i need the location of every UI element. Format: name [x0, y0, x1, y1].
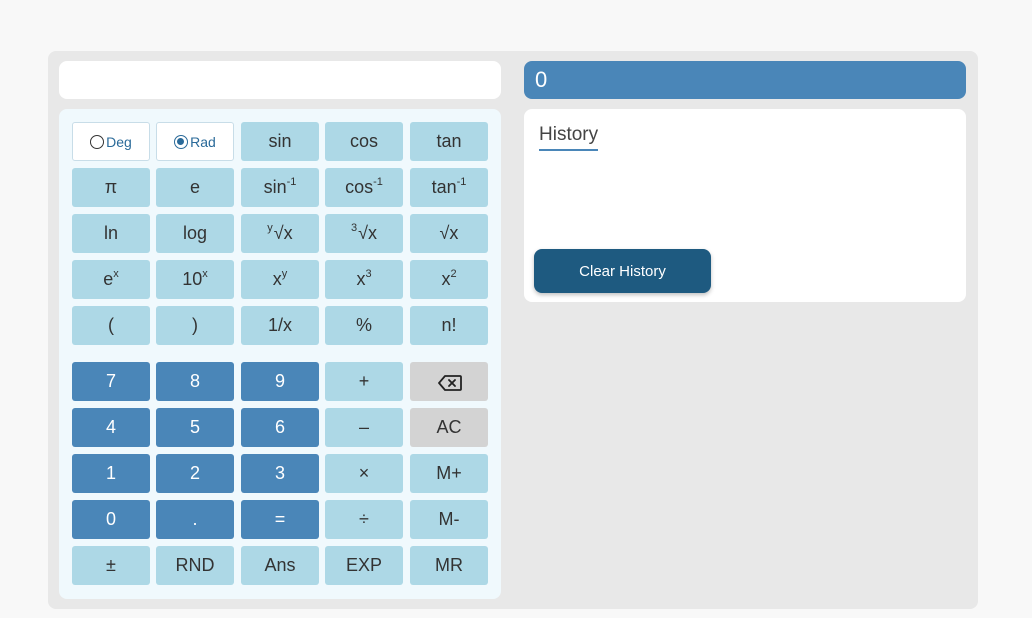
deg-label: Deg: [106, 133, 132, 150]
asin-button[interactable]: sin -1: [241, 168, 319, 207]
keypad: Deg Rad sin cos tan π e sin -1 cos -1 tan -…: [59, 109, 501, 599]
ln-button[interactable]: ln: [72, 214, 150, 253]
cbrt-pre: 3: [350, 221, 358, 234]
rparen-button[interactable]: ): [156, 306, 234, 345]
decimal-button[interactable]: .: [156, 500, 234, 539]
pow10-base: 10: [182, 269, 203, 289]
yroot-pre: y: [267, 221, 273, 234]
factorial-button[interactable]: n!: [410, 306, 488, 345]
square-sup: 2: [450, 267, 457, 280]
rad-radio[interactable]: Rad: [156, 122, 234, 161]
digit-2-button[interactable]: 2: [156, 454, 234, 493]
digit-6-button[interactable]: 6: [241, 408, 319, 447]
backspace-icon: [438, 374, 462, 391]
xy-sup: y: [281, 267, 288, 280]
cbrt-button[interactable]: 3 √x: [325, 214, 403, 253]
result-display: 0: [524, 61, 966, 99]
digit-1-button[interactable]: 1: [72, 454, 150, 493]
exp-e-button[interactable]: ex: [72, 260, 150, 299]
reciprocal-button[interactable]: 1/x: [241, 306, 319, 345]
acos-button[interactable]: cos -1: [325, 168, 403, 207]
atan-base: tan: [431, 177, 457, 197]
exp-base: e: [103, 269, 114, 289]
cube-sup: 3: [365, 267, 372, 280]
e-button[interactable]: e: [156, 168, 234, 207]
yroot-button[interactable]: y √x: [241, 214, 319, 253]
memory-subtract-button[interactable]: M-: [410, 500, 488, 539]
random-button[interactable]: RND: [156, 546, 234, 585]
exp-sup: x: [113, 267, 119, 280]
sqrt-button[interactable]: √x: [410, 214, 488, 253]
expression-input[interactable]: [59, 61, 501, 99]
backspace-button[interactable]: [410, 362, 488, 401]
negate-button[interactable]: ±: [72, 546, 150, 585]
history-title: History: [539, 124, 599, 151]
power-button[interactable]: xy: [241, 260, 319, 299]
log-button[interactable]: log: [156, 214, 234, 253]
pow10-sup: x: [202, 267, 208, 280]
atan-sup: -1: [456, 175, 467, 188]
all-clear-button[interactable]: AC: [410, 408, 488, 447]
lparen-button[interactable]: (: [72, 306, 150, 345]
digit-5-button[interactable]: 5: [156, 408, 234, 447]
answer-button[interactable]: Ans: [241, 546, 319, 585]
minus-button[interactable]: –: [325, 408, 403, 447]
deg-radio-circle-icon: [90, 134, 105, 149]
digit-0-button[interactable]: 0: [72, 500, 150, 539]
memory-add-button[interactable]: M+: [410, 454, 488, 493]
rad-radio-circle-icon: [174, 134, 189, 149]
clear-history-button[interactable]: Clear History: [534, 249, 711, 293]
digit-9-button[interactable]: 9: [241, 362, 319, 401]
acos-sup: -1: [373, 175, 383, 188]
multiply-button[interactable]: ×: [325, 454, 403, 493]
memory-recall-button[interactable]: MR: [410, 546, 488, 585]
tan-button[interactable]: tan: [410, 122, 488, 161]
asin-base: sin: [263, 177, 287, 197]
percent-button[interactable]: %: [325, 306, 403, 345]
digit-8-button[interactable]: 8: [156, 362, 234, 401]
exponent-button[interactable]: EXP: [325, 546, 403, 585]
cube-base: x: [356, 269, 366, 289]
digit-7-button[interactable]: 7: [72, 362, 150, 401]
history-panel: History Clear History: [524, 109, 966, 302]
plus-button[interactable]: +: [325, 362, 403, 401]
square-base: x: [441, 269, 451, 289]
cbrt-base: √x: [358, 223, 377, 243]
yroot-base: √x: [273, 223, 293, 243]
pi-button[interactable]: π: [72, 168, 150, 207]
digit-3-button[interactable]: 3: [241, 454, 319, 493]
xy-base: x: [272, 269, 282, 289]
cube-button[interactable]: x3: [325, 260, 403, 299]
cos-button[interactable]: cos: [325, 122, 403, 161]
sin-button[interactable]: sin: [241, 122, 319, 161]
pow10-button[interactable]: 10 x: [156, 260, 234, 299]
deg-radio[interactable]: Deg: [72, 122, 150, 161]
acos-base: cos: [345, 177, 374, 197]
atan-button[interactable]: tan -1: [410, 168, 488, 207]
equals-button[interactable]: =: [241, 500, 319, 539]
square-button[interactable]: x2: [410, 260, 488, 299]
divide-button[interactable]: ÷: [325, 500, 403, 539]
digit-4-button[interactable]: 4: [72, 408, 150, 447]
asin-sup: -1: [286, 175, 297, 188]
rad-label: Rad: [190, 133, 216, 150]
